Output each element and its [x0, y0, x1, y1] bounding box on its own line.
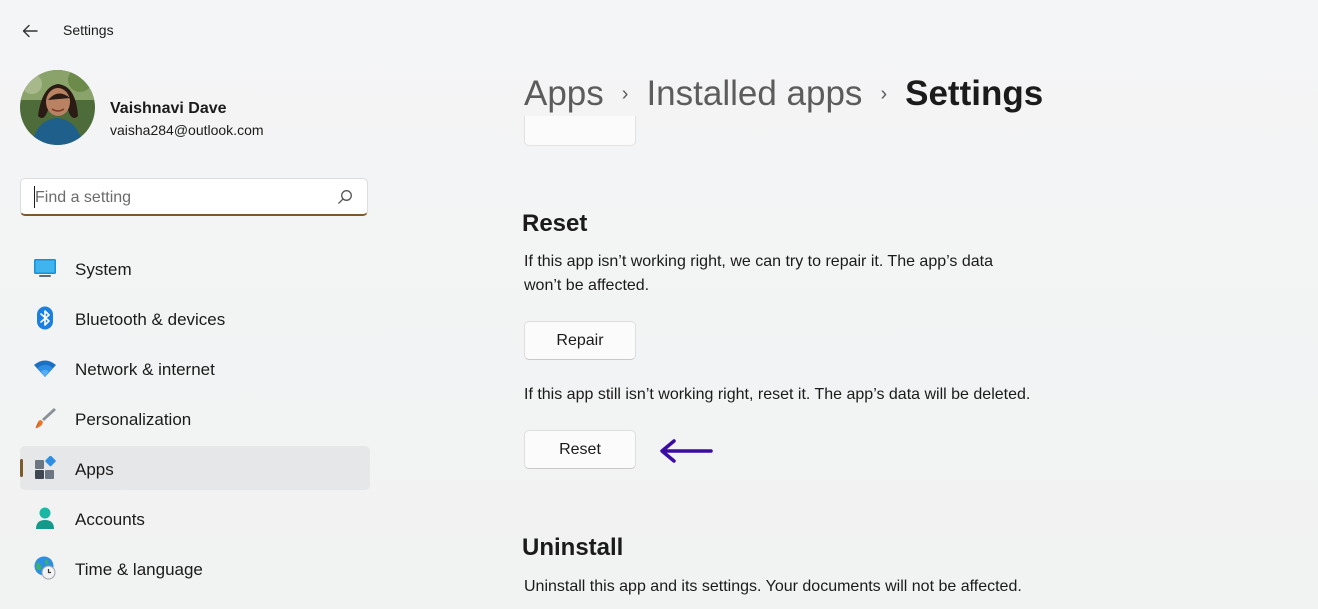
reset-description: If this app still isn’t working right, r…	[524, 386, 1031, 403]
sidebar-item-label: System	[75, 260, 132, 279]
back-button[interactable]	[14, 18, 46, 44]
sidebar-item-apps[interactable]: Apps	[20, 446, 370, 490]
partially-hidden-button[interactable]	[524, 116, 636, 146]
search-icon[interactable]	[337, 189, 353, 205]
sidebar-item-bluetooth[interactable]: Bluetooth & devices	[20, 296, 370, 340]
settings-window: Settings Vaishnavi Dave vaisha284@outloo…	[0, 0, 1318, 609]
sidebar-item-time-language[interactable]: Time & language	[20, 546, 370, 590]
reset-section-title: Reset	[522, 210, 588, 237]
uninstall-description: Uninstall this app and its settings. You…	[524, 578, 1022, 595]
bluetooth-icon	[37, 306, 53, 330]
page-title: Settings	[905, 74, 1044, 113]
search-input[interactable]	[33, 185, 327, 211]
breadcrumb: Apps › Installed apps › Settings	[524, 72, 1043, 116]
user-name: Vaishnavi Dave	[110, 100, 227, 117]
back-arrow-icon	[22, 24, 38, 38]
breadcrumb-item-installed-apps[interactable]: Installed apps	[646, 74, 862, 114]
sidebar-item-label: Accounts	[75, 510, 145, 529]
sidebar-item-label: Time & language	[75, 560, 203, 579]
search-box[interactable]	[20, 178, 368, 216]
repair-description-line2: won’t be affected.	[524, 277, 650, 294]
globe-clock-icon	[34, 556, 56, 580]
uninstall-section-title: Uninstall	[522, 534, 624, 561]
sidebar-item-personalization[interactable]: Personalization	[20, 396, 370, 440]
sidebar-nav: System Bluetooth & devices Network & int…	[20, 246, 370, 596]
wifi-icon	[34, 360, 56, 377]
sidebar-item-label: Apps	[75, 460, 114, 479]
sidebar-item-accounts[interactable]: Accounts	[20, 496, 370, 540]
annotation-arrow-icon	[660, 439, 713, 463]
user-profile[interactable]: Vaishnavi Dave vaisha284@outlook.com	[20, 70, 380, 146]
sidebar-item-system[interactable]: System	[20, 246, 370, 290]
breadcrumb-item-apps[interactable]: Apps	[524, 74, 604, 114]
apps-icon	[35, 456, 56, 479]
avatar	[20, 70, 95, 145]
repair-button[interactable]: Repair	[524, 321, 636, 360]
sidebar-item-label: Personalization	[75, 410, 192, 429]
app-title: Settings	[63, 22, 114, 38]
system-icon	[34, 259, 56, 277]
title-bar: Settings	[0, 0, 1318, 60]
chevron-right-icon: ›	[621, 82, 629, 105]
sidebar-item-label: Network & internet	[75, 360, 215, 379]
selection-indicator	[20, 459, 23, 477]
sidebar-item-network[interactable]: Network & internet	[20, 346, 370, 390]
sidebar: Vaishnavi Dave vaisha284@outlook.com Sys…	[0, 60, 390, 609]
user-email: vaisha284@outlook.com	[110, 122, 264, 138]
brush-icon	[35, 408, 56, 429]
repair-description-line1: If this app isn’t working right, we can …	[524, 253, 993, 270]
chevron-right-icon: ›	[880, 82, 888, 105]
person-icon	[36, 507, 54, 529]
sidebar-item-label: Bluetooth & devices	[75, 310, 226, 329]
reset-button[interactable]: Reset	[524, 430, 636, 469]
